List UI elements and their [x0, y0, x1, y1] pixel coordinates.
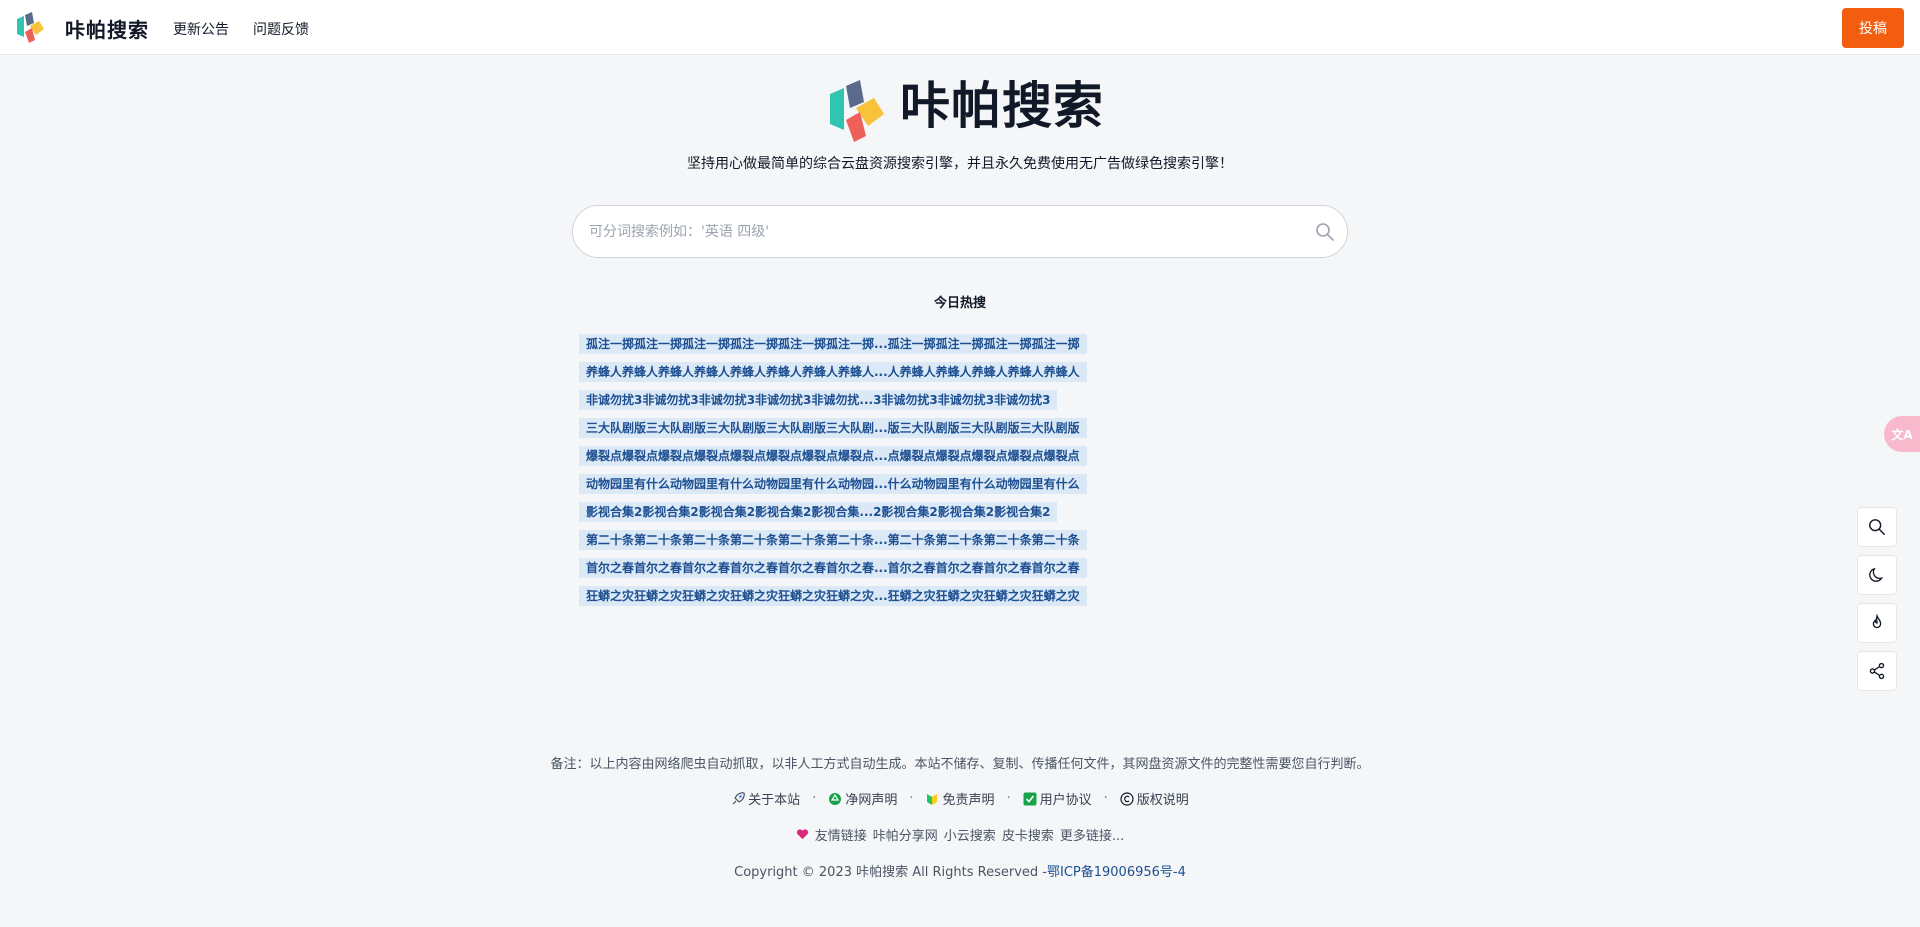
disclaimer-link[interactable]: 免责声明: [925, 789, 995, 808]
hot-search-link[interactable]: 第二十条第二十条第二十条第二十条第二十条第二十条...第二十条第二十条第二十条第…: [579, 530, 1087, 550]
hot-button[interactable]: [1857, 603, 1897, 643]
search-icon: [1869, 519, 1885, 535]
submit-button[interactable]: 投稿: [1842, 8, 1904, 48]
list-item: 首尔之春首尔之春首尔之春首尔之春首尔之春首尔之春...首尔之春首尔之春首尔之春首…: [579, 558, 1139, 578]
friend-link[interactable]: 皮卡搜索: [1002, 825, 1054, 844]
friend-links: 友情链接 咔帕分享网 小云搜索 皮卡搜索 更多链接...: [0, 825, 1920, 844]
separator: ·: [909, 791, 914, 806]
hot-search-link[interactable]: 影视合集2影视合集2影视合集2影视合集2影视合集...2影视合集2影视合集2影视…: [579, 502, 1058, 522]
user-agreement-link[interactable]: 用户协议: [1023, 789, 1092, 808]
hot-search-link[interactable]: 首尔之春首尔之春首尔之春首尔之春首尔之春首尔之春...首尔之春首尔之春首尔之春首…: [579, 558, 1087, 578]
icp-link[interactable]: 鄂ICP备19006956号-4: [1047, 865, 1186, 880]
brand-name: 咔帕搜索: [65, 17, 149, 42]
separator: ·: [1103, 791, 1108, 806]
hot-search-link[interactable]: 养蜂人养蜂人养蜂人养蜂人养蜂人养蜂人养蜂人养蜂人...人养蜂人养蜂人养蜂人养蜂人…: [579, 362, 1087, 382]
dark-mode-button[interactable]: [1857, 555, 1897, 595]
top-header: 咔帕搜索 更新公告 问题反馈 投稿: [0, 0, 1920, 55]
hot-search-link[interactable]: 孤注一掷孤注一掷孤注一掷孤注一掷孤注一掷孤注一掷...孤注一掷孤注一掷孤注一掷孤…: [579, 334, 1087, 354]
list-item: 非诚勿扰3非诚勿扰3非诚勿扰3非诚勿扰3非诚勿扰...3非诚勿扰3非诚勿扰3非诚…: [579, 390, 1139, 410]
separator: ·: [812, 791, 817, 806]
more-links[interactable]: 更多链接...: [1060, 825, 1124, 844]
user-agreement-label: 用户协议: [1039, 793, 1092, 808]
friend-links-label: 友情链接: [814, 829, 867, 844]
list-item: 爆裂点爆裂点爆裂点爆裂点爆裂点爆裂点爆裂点爆裂点...点爆裂点爆裂点爆裂点爆裂点…: [579, 446, 1139, 466]
separator: ·: [1006, 791, 1011, 806]
fire-icon: [1872, 614, 1882, 629]
hot-search-list: 孤注一掷孤注一掷孤注一掷孤注一掷孤注一掷孤注一掷...孤注一掷孤注一掷孤注一掷孤…: [579, 334, 1139, 614]
hot-search-link[interactable]: 动物园里有什么动物园里有什么动物园里有什么动物园...什么动物园里有什么动物园里…: [579, 474, 1087, 494]
nav-updates[interactable]: 更新公告: [173, 19, 229, 39]
friend-link[interactable]: 小云搜索: [944, 825, 996, 844]
side-toolbar: [1857, 507, 1897, 699]
brand[interactable]: 咔帕搜索: [14, 12, 149, 44]
share-icon: [1869, 662, 1885, 680]
copyright: Copyright © 2023 咔帕搜索 All Rights Reserve…: [0, 861, 1920, 880]
hot-search-link[interactable]: 非诚勿扰3非诚勿扰3非诚勿扰3非诚勿扰3非诚勿扰...3非诚勿扰3非诚勿扰3非诚…: [579, 390, 1058, 410]
about-label: 关于本站: [748, 793, 801, 808]
check-box-icon: [1023, 792, 1037, 805]
footer-links: 关于本站 · 净网声明 · 免责声明 · 用户协议 · 版权说明: [0, 789, 1920, 808]
recycle-icon: [829, 792, 842, 805]
copyright-label: 版权说明: [1136, 793, 1189, 808]
hot-search-link[interactable]: 狂蟒之灾狂蟒之灾狂蟒之灾狂蟒之灾狂蟒之灾狂蟒之灾...狂蟒之灾狂蟒之灾狂蟒之灾狂…: [579, 586, 1087, 606]
side-search-button[interactable]: [1857, 507, 1897, 547]
copyright-text: Copyright © 2023 咔帕搜索 All Rights Reserve…: [734, 865, 1047, 880]
hero-logo-icon: [830, 80, 884, 142]
copyright-icon: [1120, 791, 1134, 806]
search-icon[interactable]: [1315, 222, 1335, 242]
copyright-link[interactable]: 版权说明: [1120, 789, 1189, 808]
search-box: [572, 205, 1348, 258]
hero-title: 咔帕搜索: [900, 77, 1104, 135]
hot-search-link[interactable]: 爆裂点爆裂点爆裂点爆裂点爆裂点爆裂点爆裂点爆裂点...点爆裂点爆裂点爆裂点爆裂点…: [579, 446, 1087, 466]
list-item: 狂蟒之灾狂蟒之灾狂蟒之灾狂蟒之灾狂蟒之灾狂蟒之灾...狂蟒之灾狂蟒之灾狂蟒之灾狂…: [579, 586, 1139, 606]
list-item: 孤注一掷孤注一掷孤注一掷孤注一掷孤注一掷孤注一掷...孤注一掷孤注一掷孤注一掷孤…: [579, 334, 1139, 354]
about-link[interactable]: 关于本站: [731, 789, 800, 808]
list-item: 第二十条第二十条第二十条第二十条第二十条第二十条...第二十条第二十条第二十条第…: [579, 530, 1139, 550]
clean-net-label: 净网声明: [845, 793, 898, 808]
clean-net-link[interactable]: 净网声明: [828, 789, 897, 808]
list-item: 影视合集2影视合集2影视合集2影视合集2影视合集...2影视合集2影视合集2影视…: [579, 502, 1139, 522]
rocket-icon: [732, 791, 745, 804]
disclaimer-note: 备注：以上内容由网络爬虫自动抓取，以非人工方式自动生成。本站不储存、复制、传播任…: [550, 757, 1370, 772]
nav-feedback[interactable]: 问题反馈: [253, 19, 309, 39]
disclaimer-label: 免责声明: [942, 793, 995, 808]
friend-link[interactable]: 咔帕分享网: [873, 825, 938, 844]
hot-search-link[interactable]: 三大队剧版三大队剧版三大队剧版三大队剧版三大队剧...版三大队剧版三大队剧版三大…: [579, 418, 1087, 438]
share-button[interactable]: [1857, 651, 1897, 691]
logo-icon: [17, 12, 44, 43]
heart-icon: [796, 829, 808, 840]
search-input[interactable]: [589, 206, 1289, 257]
moon-icon: [1869, 567, 1883, 582]
slogan: 坚持用心做最简单的综合云盘资源搜索引擎，并且永久免费使用无广告做绿色搜索引擎！: [687, 156, 1233, 172]
list-item: 动物园里有什么动物园里有什么动物园里有什么动物园...什么动物园里有什么动物园里…: [579, 474, 1139, 494]
list-item: 三大队剧版三大队剧版三大队剧版三大队剧版三大队剧...版三大队剧版三大队剧版三大…: [579, 418, 1139, 438]
hot-search-title: 今日热搜: [933, 296, 986, 311]
beginner-icon: [927, 793, 938, 805]
list-item: 养蜂人养蜂人养蜂人养蜂人养蜂人养蜂人养蜂人养蜂人...人养蜂人养蜂人养蜂人养蜂人…: [579, 362, 1139, 382]
translate-button[interactable]: 文A: [1884, 416, 1920, 452]
